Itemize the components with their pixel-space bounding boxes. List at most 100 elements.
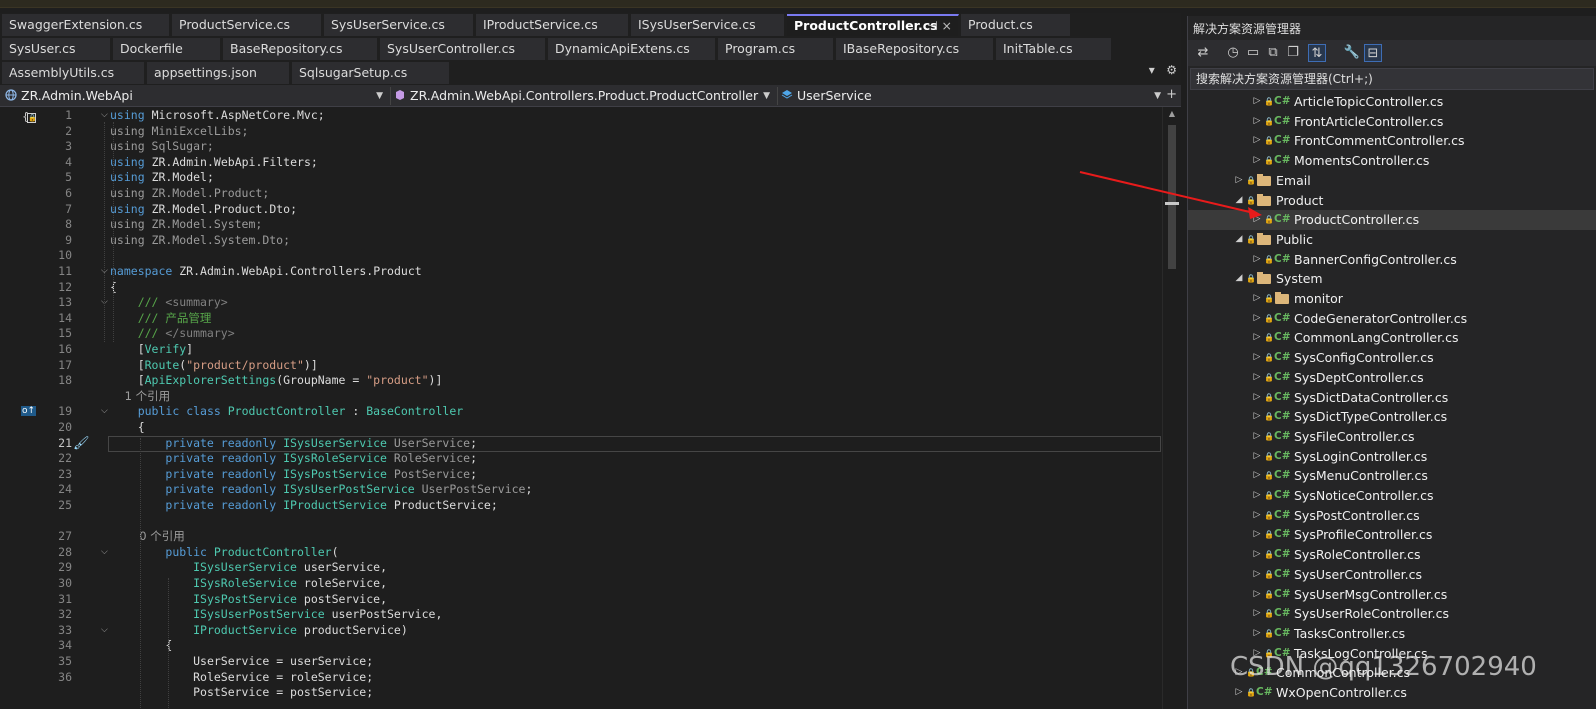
tab-settings-icon[interactable]: ⚙ [1166, 63, 1177, 77]
tab-sqlsugarsetup-cs[interactable]: SqlsugarSetup.cs [292, 62, 450, 84]
tree-file[interactable]: ▷ 🔒 C# SysConfigController.cs [1188, 348, 1596, 368]
collapsed-chevron-icon[interactable]: ▷ [1252, 407, 1262, 427]
tree-file[interactable]: ▷ 🔒 C# BannerConfigController.cs [1188, 250, 1596, 270]
collapsed-chevron-icon[interactable]: ▷ [1252, 348, 1262, 368]
tab-dynamicapiextens-cs[interactable]: DynamicApiExtens.cs [548, 38, 716, 60]
tab-productservice-cs[interactable]: ProductService.cs [172, 14, 322, 36]
tree-file[interactable]: ▷ 🔒 C# SysProfileController.cs [1188, 525, 1596, 545]
collapse-all-icon[interactable]: ⧉ [1264, 44, 1282, 62]
tree-file[interactable]: ▷ 🔒 C# SysLoginController.cs [1188, 447, 1596, 467]
tab-assemblyutils-cs[interactable]: AssemblyUtils.cs [2, 62, 145, 84]
tab-dockerfile[interactable]: Dockerfile [113, 38, 221, 60]
tab-ibaserepository-cs[interactable]: IBaseRepository.cs [836, 38, 994, 60]
tab-baserepository-cs[interactable]: BaseRepository.cs [223, 38, 378, 60]
expanded-chevron-icon[interactable]: ◢ [1234, 269, 1244, 289]
collapsed-chevron-icon[interactable]: ▷ [1252, 388, 1262, 408]
codelens-references[interactable]: 0 个引用 [110, 529, 184, 545]
show-all-files-icon[interactable]: ❐ [1284, 44, 1302, 62]
collapsed-chevron-icon[interactable]: ▷ [1252, 112, 1262, 132]
tab-sysusercontroller-cs[interactable]: SysUserController.cs [380, 38, 546, 60]
collapsed-chevron-icon[interactable]: ▷ [1252, 427, 1262, 447]
track-active-icon[interactable]: ⇅ [1308, 44, 1326, 62]
tree-folder[interactable]: ▷ 🔒 monitor [1188, 289, 1596, 309]
tree-file[interactable]: ▷ 🔒 C# SysMenuController.cs [1188, 466, 1596, 486]
fold-toggle-icon[interactable]: ⌵ [101, 110, 108, 120]
tree-file[interactable]: ▷ 🔒 C# SysUserMsgController.cs [1188, 585, 1596, 605]
tree-folder[interactable]: ◢ 🔒 System [1188, 269, 1596, 289]
fold-toggle-icon[interactable]: ⌵ [101, 547, 108, 557]
collapsed-chevron-icon[interactable]: ▷ [1252, 92, 1262, 112]
tree-file[interactable]: ▷ 🔒 C# SysUserRoleController.cs [1188, 604, 1596, 624]
sync-icon[interactable]: ⇄ [1194, 44, 1212, 62]
split-add-icon[interactable]: + [1166, 87, 1177, 102]
tree-file[interactable]: ▷ 🔒 C# SysDictTypeController.cs [1188, 407, 1596, 427]
collapsed-chevron-icon[interactable]: ▷ [1252, 250, 1262, 270]
close-icon[interactable]: × [942, 16, 952, 35]
expanded-chevron-icon[interactable]: ◢ [1234, 191, 1244, 211]
project-dropdown[interactable]: ZR.Admin.WebApi ▼ [4, 87, 387, 105]
tree-file[interactable]: ▷ 🔒 C# SysUserController.cs [1188, 565, 1596, 585]
collapsed-chevron-icon[interactable]: ▷ [1252, 151, 1262, 171]
collapsed-chevron-icon[interactable]: ▷ [1252, 525, 1262, 545]
member-dropdown[interactable]: UserService ▼ [780, 87, 1165, 105]
collapsed-chevron-icon[interactable]: ▷ [1252, 545, 1262, 565]
tree-file[interactable]: ▷ 🔒 C# FrontCommentController.cs [1188, 131, 1596, 151]
collapsed-chevron-icon[interactable]: ▷ [1252, 447, 1262, 467]
tree-file[interactable]: ▷ 🔒 C# CommonLangController.cs [1188, 328, 1596, 348]
tab-product-cs[interactable]: Product.cs [961, 14, 1071, 36]
tree-folder[interactable]: ▷ 🔒 Email [1188, 171, 1596, 191]
vertical-scrollbar[interactable]: ▲ [1165, 107, 1179, 709]
tree-file[interactable]: ▷ 🔒 C# SysRoleController.cs [1188, 545, 1596, 565]
quick-action-brush-icon[interactable]: 🖌 [73, 436, 90, 451]
collapsed-chevron-icon[interactable]: ▷ [1234, 683, 1244, 703]
tree-file[interactable]: ▷ 🔒 C# SysFileController.cs [1188, 427, 1596, 447]
tree-file[interactable]: ▷ 🔒 C# SysDictDataController.cs [1188, 388, 1596, 408]
collapsed-chevron-icon[interactable]: ▷ [1252, 309, 1262, 329]
tab-appsettings-json[interactable]: appsettings.json [147, 62, 290, 84]
code-editor[interactable]: { 🔒 o↑ 🖌 ▲ 1 ⌵ using Microsoft.AspNetCore.… [0, 107, 1181, 709]
tab-productcontroller-cs[interactable]: ProductController.cs ⊣ × [787, 14, 959, 36]
tab-swaggerextension-cs[interactable]: SwaggerExtension.cs [2, 14, 170, 36]
collapsed-chevron-icon[interactable]: ▷ [1252, 585, 1262, 605]
class-dropdown[interactable]: ZR.Admin.WebApi.Controllers.Product.Prod… [393, 87, 774, 105]
fold-toggle-icon[interactable]: ⌵ [101, 625, 108, 635]
pin-icon[interactable]: ⊣ [927, 16, 938, 35]
tree-file[interactable]: ▷ 🔒 C# WxOpenController.cs [1188, 683, 1596, 703]
tree-file[interactable]: ▷ 🔒 C# MomentsController.cs [1188, 151, 1596, 171]
tab-overflow-icon[interactable]: ▾ [1149, 63, 1155, 77]
tree-folder[interactable]: ◢ 🔒 Public [1188, 230, 1596, 250]
history-icon[interactable]: ◷ [1224, 44, 1242, 62]
collapsed-chevron-icon[interactable]: ▷ [1252, 131, 1262, 151]
collapsed-chevron-icon[interactable]: ▷ [1252, 466, 1262, 486]
tree-folder[interactable]: ◢ 🔒 Product [1188, 191, 1596, 211]
tree-file[interactable]: ▷ 🔒 C# FrontArticleController.cs [1188, 112, 1596, 132]
tab-program-cs[interactable]: Program.cs [718, 38, 834, 60]
tree-file[interactable]: ▷ 🔒 C# ProductController.cs [1188, 210, 1596, 230]
collapsed-chevron-icon[interactable]: ▷ [1252, 565, 1262, 585]
tree-file[interactable]: ▷ 🔒 C# TasksController.cs [1188, 624, 1596, 644]
collapsed-chevron-icon[interactable]: ▷ [1234, 171, 1244, 191]
fold-toggle-icon[interactable]: ⌵ [101, 406, 108, 416]
tab-sysuserservice-cs[interactable]: SysUserService.cs [324, 14, 474, 36]
tree-file[interactable]: ▷ 🔒 C# SysPostController.cs [1188, 506, 1596, 526]
tab-isysuserservice-cs[interactable]: ISysUserService.cs [631, 14, 785, 36]
collapsed-chevron-icon[interactable]: ▷ [1252, 604, 1262, 624]
tree-file[interactable]: ▷ 🔒 C# CodeGeneratorController.cs [1188, 309, 1596, 329]
scroll-thumb[interactable] [1168, 125, 1176, 269]
collapsed-chevron-icon[interactable]: ▷ [1252, 486, 1262, 506]
properties-wrench-icon[interactable]: 🔧 [1343, 44, 1361, 62]
collapsed-chevron-icon[interactable]: ▷ [1252, 368, 1262, 388]
tab-inittable-cs[interactable]: InitTable.cs [996, 38, 1112, 60]
collapsed-chevron-icon[interactable]: ▷ [1252, 328, 1262, 348]
expanded-chevron-icon[interactable]: ◢ [1234, 230, 1244, 250]
collapsed-chevron-icon[interactable]: ▷ [1252, 289, 1262, 309]
collapsed-chevron-icon[interactable]: ▷ [1252, 506, 1262, 526]
scroll-up-icon[interactable]: ▲ [1165, 109, 1179, 118]
tree-file[interactable]: ▷ 🔒 C# SysNoticeController.cs [1188, 486, 1596, 506]
tree-file[interactable]: ▷ 🔒 C# SysDeptController.cs [1188, 368, 1596, 388]
codelens-references[interactable]: 1 个引用 [110, 389, 171, 405]
pending-changes-icon[interactable]: ▭ [1244, 44, 1262, 62]
preview-icon[interactable]: ⊟ [1364, 44, 1382, 62]
collapsed-chevron-icon[interactable]: ▷ [1252, 210, 1262, 230]
tab-iproductservice-cs[interactable]: IProductService.cs [476, 14, 629, 36]
